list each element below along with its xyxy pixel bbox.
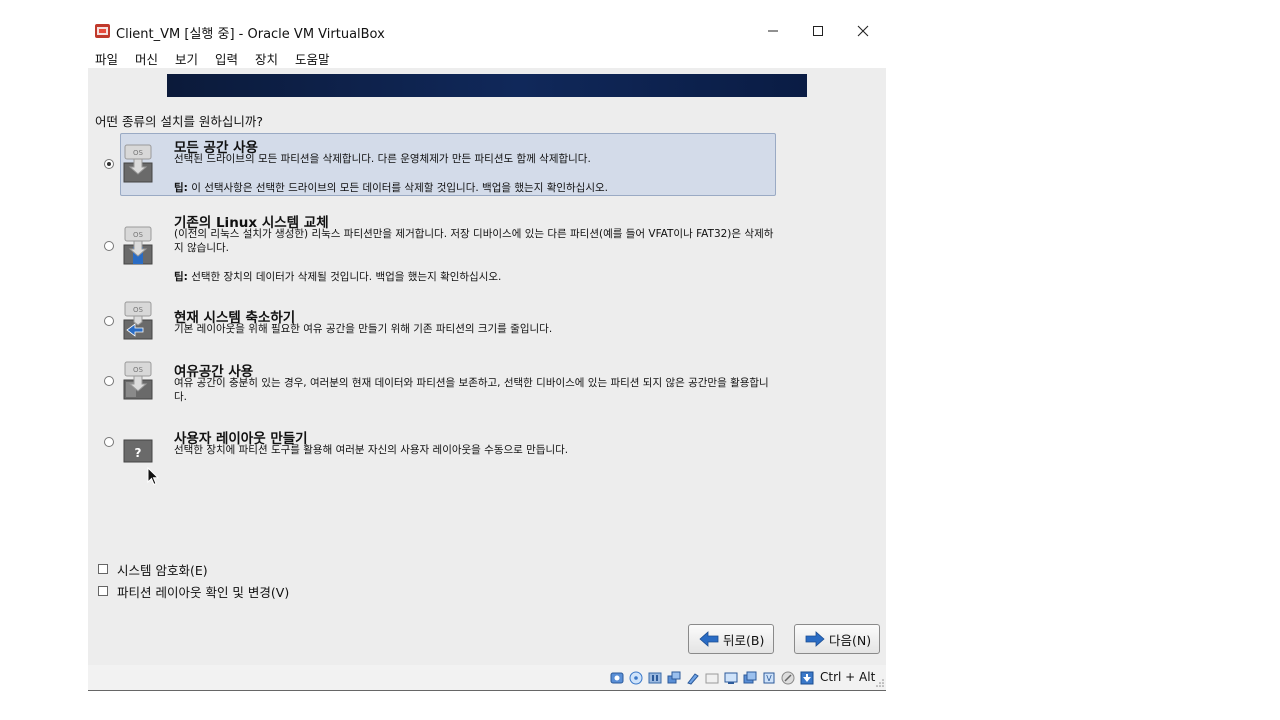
mouse-integration-icon[interactable] <box>781 671 795 685</box>
menu-machine[interactable]: 머신 <box>135 49 158 68</box>
radio-use-free-space[interactable] <box>104 376 114 386</box>
maximize-button[interactable] <box>795 17 841 45</box>
audio-icon[interactable] <box>648 671 662 685</box>
option-description: (이전의 리눅스 설치가 생성한) 리눅스 파티션만을 제거합니다. 저장 디바… <box>174 228 774 254</box>
svg-text:OS: OS <box>133 366 144 374</box>
svg-text:V: V <box>766 674 772 683</box>
shared-folder-icon[interactable] <box>705 671 719 685</box>
radio-shrink-system[interactable] <box>104 316 114 326</box>
svg-text:?: ? <box>135 446 142 460</box>
option-description: 기본 레이아웃을 위해 필요한 여유 공간을 만들기 위해 기존 파티션의 크기… <box>174 323 553 335</box>
menu-help[interactable]: 도움말 <box>295 49 330 68</box>
option-description: 선택한 장치에 파티션 도구를 활용해 여러분 자신의 사용자 레이아웃을 수동… <box>174 444 569 456</box>
cpu-icon[interactable]: V <box>762 671 776 685</box>
radio-use-all-space[interactable] <box>104 159 114 169</box>
option-tip: 팁: 이 선택사항은 선택한 드라이브의 모든 데이터를 삭제할 것입니다. 백… <box>174 180 608 195</box>
install-type-question: 어떤 종류의 설치를 원하십니까? <box>95 114 264 129</box>
network-icon[interactable] <box>667 671 681 685</box>
review-partition-label[interactable]: 파티션 레이아웃 확인 및 변경(V) <box>117 582 289 601</box>
resize-grip-icon[interactable] <box>876 679 884 687</box>
back-button[interactable]: 뒤로(B) <box>688 624 774 654</box>
option-tip: 팁: 선택한 장치의 데이터가 삭제될 것입니다. 백업을 했는지 확인하십시오… <box>174 269 501 284</box>
title-bar: Client_VM [실행 중] - Oracle VM VirtualBox <box>88 14 886 48</box>
encrypt-system-checkbox[interactable] <box>98 564 108 574</box>
encrypt-system-label[interactable]: 시스템 암호화(E) <box>117 560 208 579</box>
video-capture-icon[interactable] <box>743 671 757 685</box>
mouse-cursor-icon <box>147 467 159 486</box>
back-label: 뒤로(B) <box>723 632 765 648</box>
disk-full-icon: OS <box>123 144 153 183</box>
arrow-left-icon <box>699 631 719 647</box>
guest-display[interactable]: 어떤 종류의 설치를 원하십니까? OS 모든 공간 사용 선택된 드라이브의 … <box>88 68 886 665</box>
virtualbox-window: Client_VM [실행 중] - Oracle VM VirtualBox … <box>88 14 886 691</box>
hard-disk-icon[interactable] <box>610 671 624 685</box>
arrow-right-icon <box>805 631 825 647</box>
svg-text:OS: OS <box>133 231 144 239</box>
close-button[interactable] <box>840 17 886 45</box>
menu-bar: 파일 머신 보기 입력 장치 도움말 <box>88 48 886 68</box>
disk-shrink-icon: OS <box>123 301 153 340</box>
tip-text: 이 선택사항은 선택한 드라이브의 모든 데이터를 삭제할 것입니다. 백업을 … <box>187 182 608 194</box>
disk-replace-icon: OS <box>123 226 153 265</box>
next-button[interactable]: 다음(N) <box>794 624 880 654</box>
maximize-icon <box>813 26 823 36</box>
menu-devices[interactable]: 장치 <box>255 49 278 68</box>
usb-icon[interactable] <box>686 671 700 685</box>
host-key-label[interactable]: Ctrl + Alt <box>820 670 875 684</box>
menu-view[interactable]: 보기 <box>175 49 198 68</box>
disk-custom-icon: ? <box>123 439 153 463</box>
tip-text: 선택한 장치의 데이터가 삭제될 것입니다. 백업을 했는지 확인하십시오. <box>187 271 502 283</box>
disk-free-space-icon: OS <box>123 361 153 400</box>
radio-replace-linux[interactable] <box>104 241 114 251</box>
minimize-button[interactable] <box>750 17 796 45</box>
close-icon <box>857 25 869 37</box>
radio-custom-layout[interactable] <box>104 437 114 447</box>
option-description: 여유 공간이 충분히 있는 경우, 여러분의 현재 데이터와 파티션을 보존하고… <box>174 377 769 403</box>
window-title: Client_VM [실행 중] - Oracle VM VirtualBox <box>116 27 385 42</box>
virtualbox-app-icon[interactable] <box>95 24 110 38</box>
tip-label: 팁: <box>174 182 188 194</box>
optical-drive-icon[interactable] <box>629 671 643 685</box>
tip-label: 팁: <box>174 271 188 283</box>
menu-file[interactable]: 파일 <box>95 49 118 68</box>
status-bar: V Ctrl + Alt <box>88 665 886 691</box>
option-description: 선택된 드라이브의 모든 파티션을 삭제합니다. 다른 운영체제가 만든 파티션… <box>174 153 591 165</box>
svg-text:OS: OS <box>133 306 144 314</box>
menu-input[interactable]: 입력 <box>215 49 238 68</box>
next-label: 다음(N) <box>829 632 872 648</box>
minimize-icon <box>768 30 778 32</box>
installer-banner <box>167 74 807 97</box>
keyboard-capture-icon[interactable] <box>800 671 814 685</box>
review-partition-checkbox[interactable] <box>98 586 108 596</box>
display-icon[interactable] <box>724 671 738 685</box>
svg-text:OS: OS <box>133 149 144 157</box>
